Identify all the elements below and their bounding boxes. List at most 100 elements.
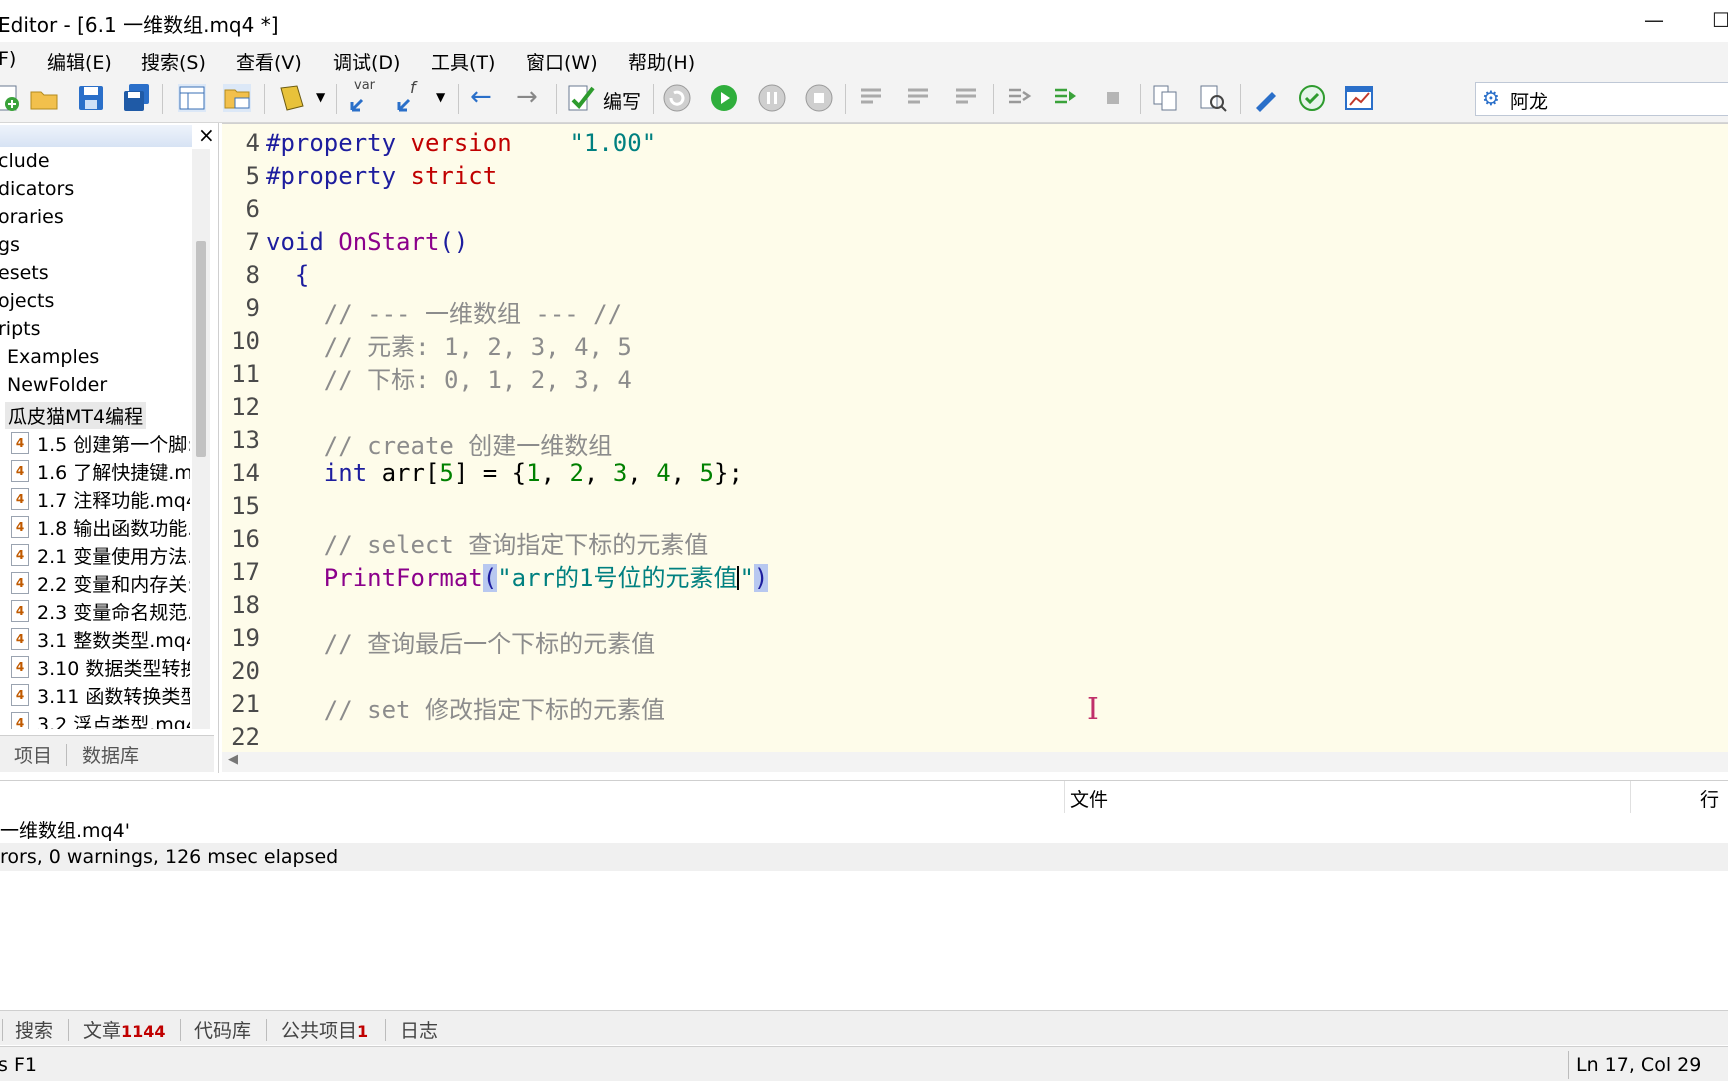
step-out-icon[interactable] — [950, 82, 982, 114]
terminal-chart-icon[interactable] — [1343, 82, 1375, 114]
stop-icon[interactable] — [803, 82, 835, 114]
restart-icon[interactable] — [661, 82, 693, 114]
menu-debug[interactable]: 调试(D) — [333, 48, 400, 75]
tree-file[interactable]: 1.6 了解快捷键.m — [37, 458, 190, 485]
tree-subfolder[interactable]: NewFolder — [7, 374, 107, 396]
tree-folder[interactable]: gs — [0, 234, 20, 256]
output-row[interactable]: rors, 0 warnings, 126 msec elapsed — [0, 843, 1728, 871]
compile-label[interactable]: 编写 — [603, 87, 641, 114]
close-icon[interactable]: × — [198, 123, 215, 147]
save-icon[interactable] — [75, 82, 107, 114]
tab-codebase[interactable]: 代码库 — [194, 1016, 251, 1043]
tab-database[interactable]: 数据库 — [82, 741, 139, 768]
tree-file[interactable]: 2.1 变量使用方法. — [37, 542, 190, 569]
gear-icon[interactable]: ⚙ — [1482, 86, 1500, 110]
menu-view[interactable]: 查看(V) — [236, 48, 302, 75]
tree-folder[interactable]: esets — [0, 262, 49, 284]
dropdown-arrow-icon[interactable]: ▼ — [316, 90, 325, 104]
menu-edit[interactable]: 编辑(E) — [47, 48, 112, 75]
tree-file[interactable]: 2.3 变量命名规范. — [37, 598, 190, 625]
menu-file[interactable]: F) — [0, 48, 16, 70]
tab-journal[interactable]: 日志 — [400, 1016, 438, 1043]
tree-file[interactable]: 2.2 变量和内存关: — [37, 570, 190, 597]
tree-folder[interactable]: ojects — [0, 290, 54, 312]
navigator-scrollbar[interactable] — [192, 149, 210, 729]
new-file-icon[interactable] — [0, 82, 24, 114]
tree-file[interactable]: 3.1 整数类型.mq4 — [37, 626, 190, 653]
mq4-file-icon: 4 — [11, 600, 29, 622]
search-file-icon[interactable] — [1197, 82, 1229, 114]
code-line-11[interactable]: // 下标: 0, 1, 2, 3, 4 — [266, 360, 632, 395]
maximize-button[interactable]: ☐ — [1712, 8, 1728, 32]
navigator-toggle-icon[interactable] — [176, 82, 208, 114]
copy-icon[interactable] — [1150, 82, 1182, 114]
tree-subfolder[interactable]: Examples — [7, 346, 99, 368]
code-line-13[interactable]: // create 创建一维数组 — [266, 426, 613, 461]
menu-window[interactable]: 窗口(W) — [526, 48, 598, 75]
back-arrow-icon[interactable]: ← — [470, 82, 492, 112]
code-line-17[interactable]: PrintFormat("arr的1号位的元素值") — [266, 558, 769, 593]
output-row[interactable]: 一维数组.mq4' — [0, 813, 1728, 842]
tree-folder[interactable]: oraries — [0, 206, 64, 228]
code-line-14[interactable]: int arr[5] = {1, 2, 3, 4, 5}; — [266, 459, 743, 487]
toolbar: ▼ var f ▼ ← → 编写 ⚙ 阿龙 — [0, 76, 1728, 123]
run-to-cursor-icon[interactable] — [1049, 82, 1081, 114]
tree-file[interactable]: 3.11 函数转换类型 — [37, 682, 190, 709]
minimize-button[interactable]: — — [1644, 8, 1664, 32]
scroll-left-icon[interactable]: ◀ — [228, 752, 238, 767]
line-number: 10 — [231, 327, 260, 355]
scrollbar-thumb[interactable] — [196, 241, 206, 457]
menu-search[interactable]: 搜索(S) — [141, 48, 206, 75]
tree-file[interactable]: 1.7 注释功能.mq4 — [37, 486, 190, 513]
tree-file[interactable]: 3.10 数据类型转换 — [37, 654, 190, 681]
code-line-16[interactable]: // select 查询指定下标的元素值 — [266, 525, 709, 560]
comment: // 查询最后一个下标的元素值 — [323, 630, 656, 658]
indent-icon[interactable] — [1003, 82, 1035, 114]
tab-articles[interactable]: 文章1144 — [83, 1016, 166, 1043]
code-line-21[interactable]: // set 修改指定下标的元素值 — [266, 690, 665, 725]
open-folder-icon[interactable] — [28, 82, 60, 114]
pause-icon[interactable] — [756, 82, 788, 114]
toolbox-toggle-icon[interactable] — [221, 82, 253, 114]
step-over-icon[interactable] — [902, 82, 934, 114]
code-editor[interactable]: 4 5 6 7 8 9 10 11 12 13 14 15 16 17 18 1… — [222, 123, 1728, 772]
tree-folder[interactable]: ripts — [0, 318, 41, 340]
save-all-icon[interactable] — [121, 82, 153, 114]
forward-arrow-icon[interactable]: → — [516, 82, 538, 112]
start-debug-icon[interactable] — [708, 82, 740, 114]
tree-subfolder-selected[interactable]: 瓜皮猫MT4编程 — [5, 402, 147, 429]
type-keyword: void — [266, 228, 324, 256]
step-into-icon[interactable] — [855, 82, 887, 114]
tree-file[interactable]: 1.5 创建第一个脚: — [37, 430, 190, 457]
tree-folder[interactable]: clude — [0, 150, 50, 172]
column-line[interactable]: 行 — [1700, 785, 1719, 812]
compile-check-icon[interactable] — [565, 82, 597, 114]
line-number: 17 — [231, 558, 260, 586]
column-file[interactable]: 文件 — [1070, 785, 1108, 812]
code-line-9[interactable]: // --- 一维数组 --- // — [266, 294, 622, 329]
dropdown-arrow-icon[interactable]: ▼ — [436, 90, 445, 104]
tree-file[interactable]: 1.8 输出函数功能. — [37, 514, 190, 541]
horizontal-scrollbar[interactable]: ◀ — [222, 752, 1728, 772]
code-line-5[interactable]: #property strict — [266, 162, 497, 190]
tab-projects[interactable]: 项目 — [14, 741, 52, 768]
code-line-8[interactable]: { — [266, 261, 309, 289]
community-login-box[interactable]: ⚙ 阿龙 — [1475, 82, 1728, 116]
tab-search[interactable]: 搜索 — [15, 1016, 53, 1043]
menu-help[interactable]: 帮助(H) — [628, 48, 695, 75]
tree-folder[interactable]: dicators — [0, 178, 74, 200]
metaeditor-brush-icon[interactable] — [1250, 82, 1282, 114]
styler-icon[interactable] — [275, 82, 307, 114]
sync-check-icon[interactable] — [1296, 82, 1328, 114]
stop-square-icon[interactable] — [1097, 82, 1129, 114]
code-line-10[interactable]: // 元素: 1, 2, 3, 4, 5 — [266, 327, 632, 362]
insert-function-icon[interactable] — [393, 82, 425, 114]
line-number: 20 — [231, 657, 260, 685]
tab-public-projects[interactable]: 公共项目1 — [281, 1016, 368, 1043]
code-line-4[interactable]: #property version "1.00" — [266, 129, 656, 157]
output-text: rors, 0 warnings, 126 msec elapsed — [0, 846, 339, 868]
code-line-7[interactable]: void OnStart() — [266, 228, 468, 256]
menu-tools[interactable]: 工具(T) — [431, 48, 495, 75]
tree-file[interactable]: 3.2 浮点类型.mq4 — [37, 710, 190, 729]
code-line-19[interactable]: // 查询最后一个下标的元素值 — [266, 624, 655, 659]
